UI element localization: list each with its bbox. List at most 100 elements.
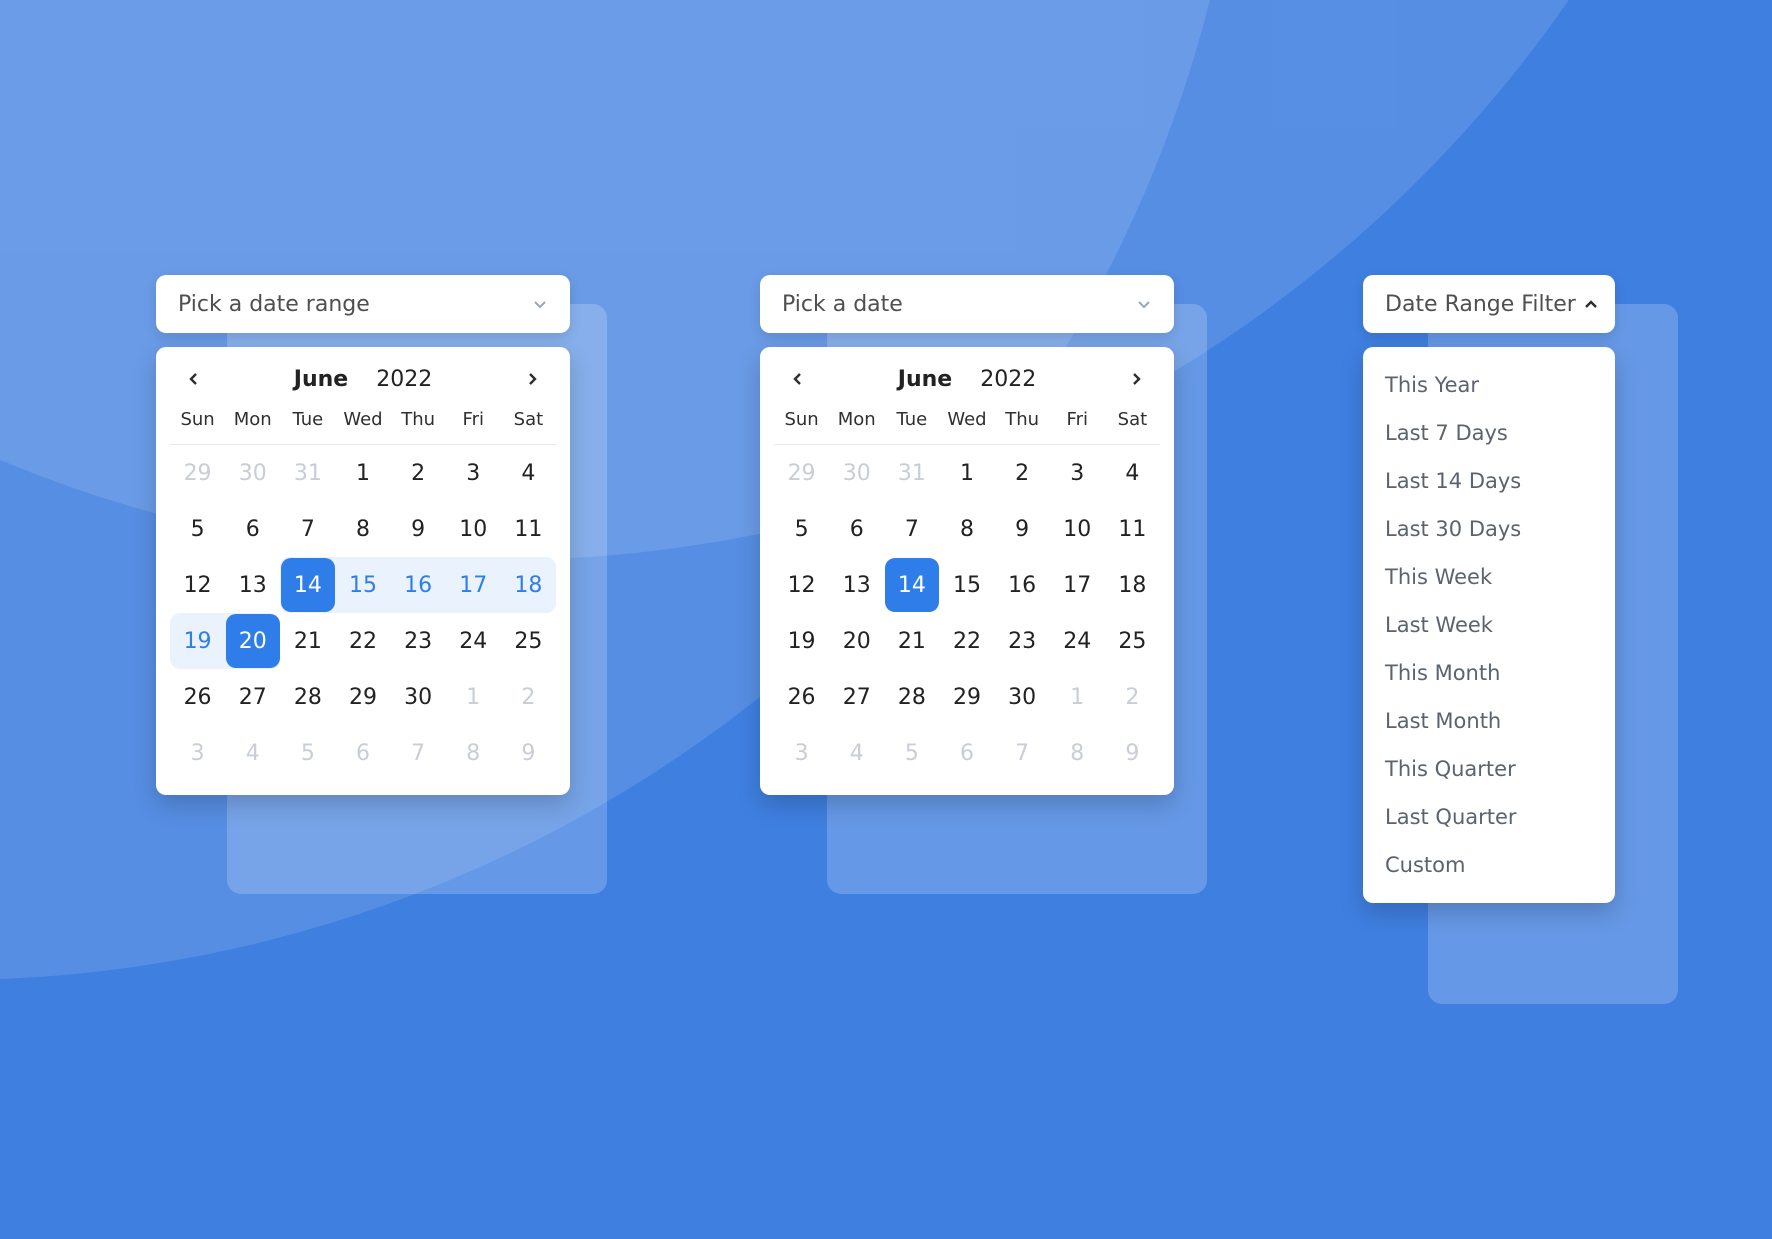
day[interactable]: 4: [226, 726, 280, 780]
day[interactable]: 2: [501, 670, 555, 724]
day[interactable]: 26: [775, 670, 829, 724]
day[interactable]: 29: [171, 446, 225, 500]
day[interactable]: 29: [940, 670, 994, 724]
prev-month-button[interactable]: [180, 365, 208, 393]
day[interactable]: 14: [281, 558, 335, 612]
filter-option[interactable]: This Quarter: [1363, 745, 1615, 793]
day[interactable]: 2: [995, 446, 1049, 500]
filter-option[interactable]: Last Week: [1363, 601, 1615, 649]
day[interactable]: 7: [281, 502, 335, 556]
day[interactable]: 20: [830, 614, 884, 668]
filter-option[interactable]: Last Month: [1363, 697, 1615, 745]
day[interactable]: 4: [830, 726, 884, 780]
day[interactable]: 30: [391, 670, 445, 724]
prev-month-button[interactable]: [784, 365, 812, 393]
day[interactable]: 15: [940, 558, 994, 612]
day[interactable]: 23: [995, 614, 1049, 668]
filter-option[interactable]: Last 14 Days: [1363, 457, 1615, 505]
day[interactable]: 30: [830, 446, 884, 500]
day[interactable]: 25: [501, 614, 555, 668]
day[interactable]: 8: [1050, 726, 1104, 780]
day[interactable]: 8: [446, 726, 500, 780]
day[interactable]: 4: [1105, 446, 1159, 500]
filter-option[interactable]: This Year: [1363, 361, 1615, 409]
date-input[interactable]: Pick a date: [760, 275, 1174, 333]
filter-option[interactable]: Last 7 Days: [1363, 409, 1615, 457]
day[interactable]: 12: [775, 558, 829, 612]
day[interactable]: 10: [446, 502, 500, 556]
day[interactable]: 11: [501, 502, 555, 556]
day[interactable]: 27: [830, 670, 884, 724]
day[interactable]: 18: [1105, 558, 1159, 612]
day[interactable]: 23: [391, 614, 445, 668]
day[interactable]: 5: [885, 726, 939, 780]
day[interactable]: 7: [885, 502, 939, 556]
day[interactable]: 3: [446, 446, 500, 500]
day[interactable]: 4: [501, 446, 555, 500]
day[interactable]: 17: [1050, 558, 1104, 612]
day[interactable]: 1: [446, 670, 500, 724]
day[interactable]: 9: [995, 502, 1049, 556]
day[interactable]: 6: [940, 726, 994, 780]
day[interactable]: 31: [281, 446, 335, 500]
day[interactable]: 28: [885, 670, 939, 724]
day[interactable]: 20: [226, 614, 280, 668]
day[interactable]: 14: [885, 558, 939, 612]
day[interactable]: 18: [501, 558, 555, 612]
day[interactable]: 25: [1105, 614, 1159, 668]
day[interactable]: 22: [940, 614, 994, 668]
day[interactable]: 1: [336, 446, 390, 500]
day[interactable]: 7: [995, 726, 1049, 780]
day[interactable]: 16: [391, 558, 445, 612]
day[interactable]: 10: [1050, 502, 1104, 556]
day[interactable]: 2: [391, 446, 445, 500]
date-range-input[interactable]: Pick a date range: [156, 275, 570, 333]
day[interactable]: 13: [830, 558, 884, 612]
day[interactable]: 6: [830, 502, 884, 556]
day[interactable]: 3: [1050, 446, 1104, 500]
day[interactable]: 22: [336, 614, 390, 668]
day[interactable]: 1: [940, 446, 994, 500]
day[interactable]: 24: [446, 614, 500, 668]
day[interactable]: 8: [940, 502, 994, 556]
day[interactable]: 5: [775, 502, 829, 556]
day[interactable]: 6: [336, 726, 390, 780]
day[interactable]: 30: [226, 446, 280, 500]
day[interactable]: 19: [775, 614, 829, 668]
day[interactable]: 27: [226, 670, 280, 724]
day[interactable]: 6: [226, 502, 280, 556]
day[interactable]: 29: [775, 446, 829, 500]
day[interactable]: 30: [995, 670, 1049, 724]
next-month-button[interactable]: [1122, 365, 1150, 393]
day[interactable]: 31: [885, 446, 939, 500]
filter-option[interactable]: Last 30 Days: [1363, 505, 1615, 553]
day[interactable]: 17: [446, 558, 500, 612]
next-month-button[interactable]: [518, 365, 546, 393]
day[interactable]: 9: [391, 502, 445, 556]
filter-option[interactable]: Custom: [1363, 841, 1615, 889]
day[interactable]: 21: [885, 614, 939, 668]
filter-option[interactable]: Last Quarter: [1363, 793, 1615, 841]
day[interactable]: 1: [1050, 670, 1104, 724]
filter-option[interactable]: This Month: [1363, 649, 1615, 697]
day[interactable]: 28: [281, 670, 335, 724]
day[interactable]: 15: [336, 558, 390, 612]
day[interactable]: 8: [336, 502, 390, 556]
day[interactable]: 5: [171, 502, 225, 556]
day[interactable]: 2: [1105, 670, 1159, 724]
filter-toggle[interactable]: Date Range Filter: [1363, 275, 1615, 333]
day[interactable]: 7: [391, 726, 445, 780]
day[interactable]: 21: [281, 614, 335, 668]
day[interactable]: 9: [501, 726, 555, 780]
day[interactable]: 9: [1105, 726, 1159, 780]
day[interactable]: 3: [775, 726, 829, 780]
day[interactable]: 11: [1105, 502, 1159, 556]
day[interactable]: 12: [171, 558, 225, 612]
day[interactable]: 26: [171, 670, 225, 724]
day[interactable]: 13: [226, 558, 280, 612]
day[interactable]: 24: [1050, 614, 1104, 668]
filter-option[interactable]: This Week: [1363, 553, 1615, 601]
day[interactable]: 19: [171, 614, 225, 668]
day[interactable]: 3: [171, 726, 225, 780]
day[interactable]: 5: [281, 726, 335, 780]
